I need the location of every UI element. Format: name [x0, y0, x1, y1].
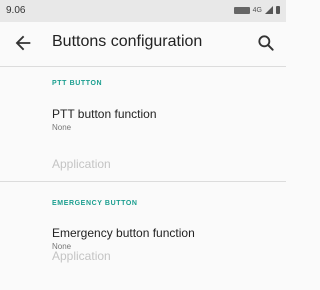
nfc-card-icon — [233, 6, 250, 14]
search-icon[interactable] — [256, 33, 276, 53]
signal-icon — [265, 6, 273, 14]
emergency-function-title: Emergency button function — [52, 226, 195, 240]
section-header-emergency: EMERGENCY BUTTON — [52, 200, 138, 207]
app-bar: Buttons configuration — [0, 22, 286, 66]
arrow-left-icon[interactable] — [12, 32, 34, 54]
ptt-button-function-preference[interactable]: PTT button function None — [0, 100, 286, 140]
section-divider — [0, 181, 286, 182]
ptt-application-label: Application — [52, 157, 111, 171]
ptt-function-value: None — [52, 123, 72, 132]
battery-icon — [276, 6, 280, 14]
status-time: 9.06 — [6, 5, 26, 16]
emergency-application-label: Application — [52, 249, 111, 263]
status-icons: 4G — [233, 6, 280, 14]
network-type-label: 4G — [252, 6, 262, 14]
ptt-function-title: PTT button function — [52, 107, 157, 121]
emergency-application-preference: Application — [0, 244, 286, 290]
ptt-application-preference: Application — [0, 148, 286, 178]
status-bar: 9.06 4G — [0, 0, 286, 22]
app-bar-divider — [0, 66, 286, 67]
page-title: Buttons configuration — [52, 33, 203, 50]
section-header-ptt: PTT BUTTON — [52, 80, 103, 87]
